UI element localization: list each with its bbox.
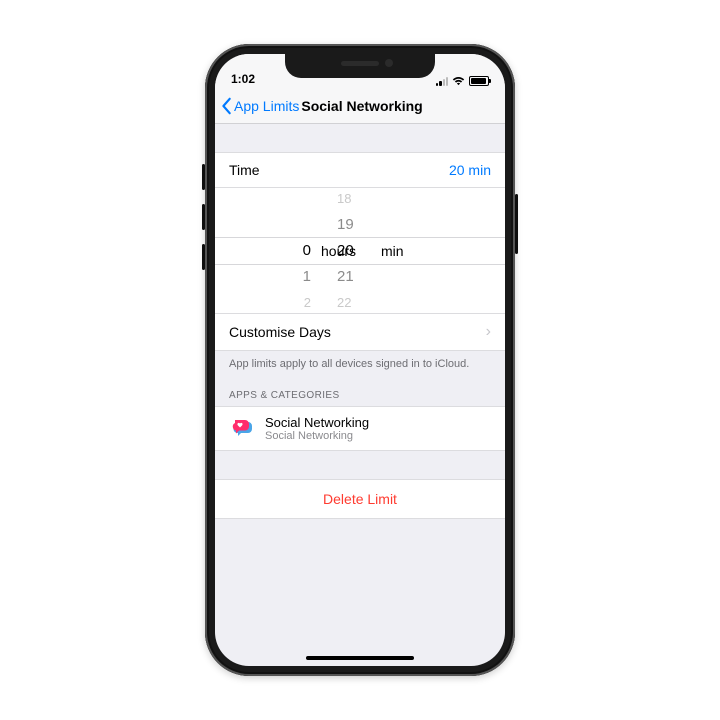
delete-limit-button[interactable]: Delete Limit [215,479,505,519]
time-label: Time [229,162,260,178]
wifi-icon [452,76,465,86]
home-indicator[interactable] [306,656,414,660]
time-picker[interactable]: 0 1 2 3 hours 17 18 19 20 21 22 23 min [215,188,505,314]
time-value: 20 min [449,162,491,178]
category-subtitle: Social Networking [265,430,369,442]
nav-bar: App Limits Social Networking [215,88,505,124]
battery-icon [469,76,489,86]
category-row[interactable]: Social Networking Social Networking [215,406,505,451]
screen: 1:02 App Limits Social Networking Time 2… [215,54,505,666]
customise-days-label: Customise Days [229,324,331,340]
page-title: Social Networking [301,98,422,114]
back-label: App Limits [234,98,299,114]
customise-days-row[interactable]: Customise Days › [215,314,505,351]
icloud-footnote: App limits apply to all devices signed i… [215,351,505,374]
delete-limit-label: Delete Limit [323,491,397,507]
back-button[interactable]: App Limits [221,97,299,115]
min-unit: min [381,243,404,259]
notch [285,54,435,78]
social-networking-icon [229,416,255,442]
category-title: Social Networking [265,415,369,430]
time-row[interactable]: Time 20 min [215,152,505,188]
minutes-wheel[interactable]: 17 18 19 20 21 22 23 [337,188,377,313]
apps-categories-header: APPS & CATEGORIES [215,374,505,406]
hours-wheel[interactable]: 0 1 2 3 [233,188,311,313]
cellular-icon [436,76,448,86]
clock: 1:02 [231,72,255,86]
chevron-right-icon: › [486,323,491,341]
